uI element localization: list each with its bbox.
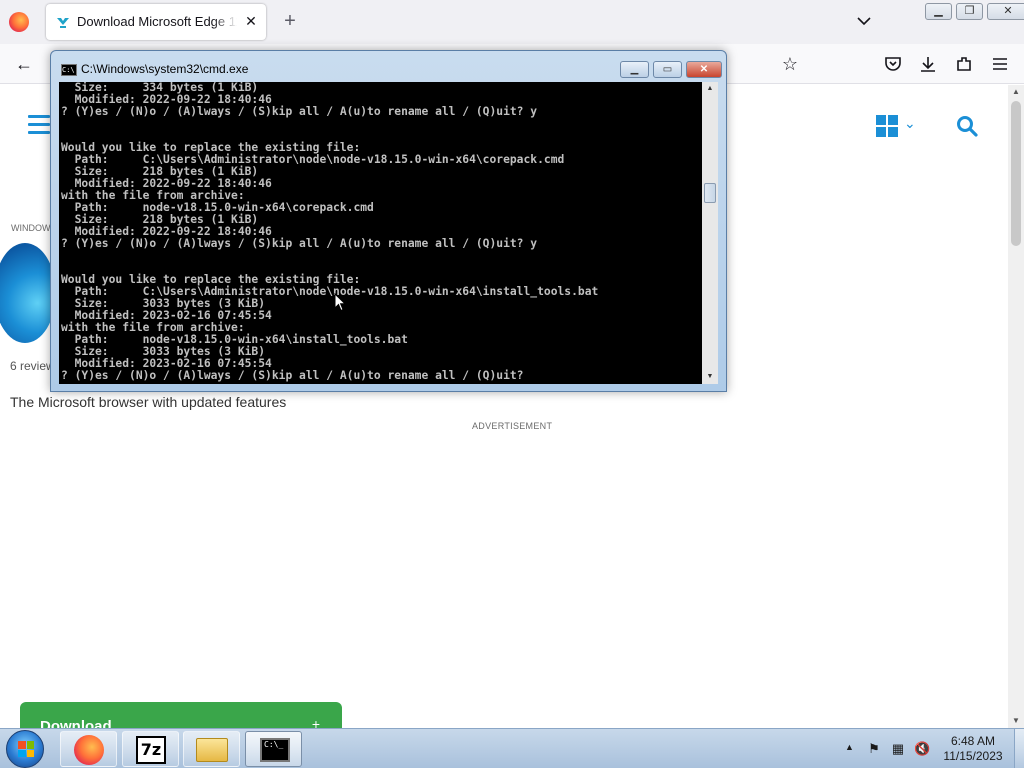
- scroll-up-arrow-icon[interactable]: ▲: [1008, 85, 1024, 99]
- cmd-scroll-down-arrow-icon[interactable]: ▼: [702, 370, 718, 384]
- tab-download-edge[interactable]: Download Microsoft Edge 119.0 ✕: [46, 4, 266, 40]
- bookmark-star-icon[interactable]: ☆: [780, 54, 800, 74]
- cmd-window-controls: ▁ ▭ ✕: [620, 61, 722, 78]
- clock-time: 6:48 AM: [950, 734, 996, 748]
- volume-muted-icon[interactable]: 🔇: [914, 741, 930, 757]
- back-button[interactable]: ←: [14, 54, 34, 74]
- minimize-button[interactable]: ▁: [925, 3, 952, 20]
- firefox-taskbar-button[interactable]: [60, 731, 117, 767]
- cmd-close-button[interactable]: ✕: [686, 61, 722, 78]
- cmd-maximize-button[interactable]: ▭: [653, 61, 682, 78]
- tab-title: Download Microsoft Edge 119.0: [77, 14, 237, 29]
- edge-app-logo: [0, 243, 56, 343]
- browser-tab-bar: Download Microsoft Edge 119.0 ✕ + ▁ ❐ ✕: [0, 0, 1024, 44]
- download-button[interactable]: Download +: [20, 702, 342, 728]
- cmd-window-title: C:\Windows\system32\cmd.exe: [81, 62, 249, 76]
- cmd-scroll-up-arrow-icon[interactable]: ▲: [702, 82, 718, 96]
- page-scrollbar-thumb[interactable]: [1011, 101, 1021, 246]
- restore-button[interactable]: ❐: [956, 3, 983, 20]
- cmd-scrollbar-thumb[interactable]: [704, 183, 716, 203]
- clock-date: 11/15/2023: [943, 749, 1003, 763]
- new-tab-button[interactable]: +: [280, 11, 300, 31]
- 7zip-taskbar-button[interactable]: 7z: [122, 731, 179, 767]
- close-window-button[interactable]: ✕: [987, 3, 1024, 20]
- show-desktop-button[interactable]: [1014, 729, 1024, 768]
- download-site-favicon-icon: [57, 18, 69, 28]
- network-icon[interactable]: ▦: [890, 741, 906, 757]
- pocket-icon[interactable]: [883, 54, 903, 74]
- download-plus-icon: +: [311, 716, 320, 728]
- 7zip-icon: 7z: [136, 736, 166, 764]
- cmd-icon: C:\_: [260, 738, 290, 762]
- app-menu-icon[interactable]: [990, 54, 1010, 74]
- desktop: Download Microsoft Edge 119.0 ✕ + ▁ ❐ ✕ …: [0, 0, 1024, 768]
- console-text: Size: 334 bytes (1 KiB) Modified: 2022-0…: [61, 82, 599, 382]
- cmd-window-icon: C:\: [61, 64, 77, 76]
- app-tagline: The Microsoft browser with updated featu…: [10, 394, 287, 410]
- close-tab-icon[interactable]: ✕: [242, 12, 260, 30]
- firefox-icon: [74, 735, 104, 765]
- windows-flag-icon: [18, 741, 34, 757]
- firefox-view-icon[interactable]: [9, 12, 29, 32]
- scroll-down-arrow-icon[interactable]: ▼: [1008, 714, 1024, 728]
- cmd-console-output[interactable]: Size: 334 bytes (1 KiB) Modified: 2022-0…: [59, 82, 709, 384]
- cmd-taskbar-button[interactable]: C:\_: [245, 731, 302, 767]
- start-button[interactable]: [6, 730, 44, 768]
- action-center-flag-icon[interactable]: ⚑: [866, 741, 882, 757]
- mouse-pointer-icon: [334, 293, 346, 312]
- site-menu-icon[interactable]: [28, 115, 50, 135]
- extensions-icon[interactable]: [954, 54, 974, 74]
- cmd-scrollbar[interactable]: ▲ ▼: [702, 82, 718, 384]
- search-icon[interactable]: [955, 114, 979, 138]
- explorer-taskbar-button[interactable]: [183, 731, 240, 767]
- show-hidden-icons-icon[interactable]: ▲: [845, 742, 854, 752]
- downloads-icon[interactable]: [918, 54, 938, 74]
- advertisement-label: ADVERTISEMENT: [472, 421, 553, 431]
- cmd-window[interactable]: C:\ C:\Windows\system32\cmd.exe ▁ ▭ ✕ Si…: [50, 50, 727, 392]
- windows-taskbar: 7z C:\_ ▲ ⚑ ▦ 🔇 6:48 AM 11/15/2023: [0, 728, 1024, 768]
- download-button-label: Download: [40, 718, 112, 728]
- folder-icon: [196, 738, 228, 762]
- system-clock[interactable]: 6:48 AM 11/15/2023: [938, 734, 1008, 764]
- platform-chevron-down-icon[interactable]: ⌄: [904, 115, 916, 132]
- windows-platform-icon[interactable]: [876, 115, 898, 137]
- browser-window-controls: ▁ ❐ ✕: [925, 3, 1024, 20]
- chevron-down-icon[interactable]: [855, 12, 873, 30]
- page-scrollbar[interactable]: ▲ ▼: [1008, 85, 1024, 728]
- cmd-minimize-button[interactable]: ▁: [620, 61, 649, 78]
